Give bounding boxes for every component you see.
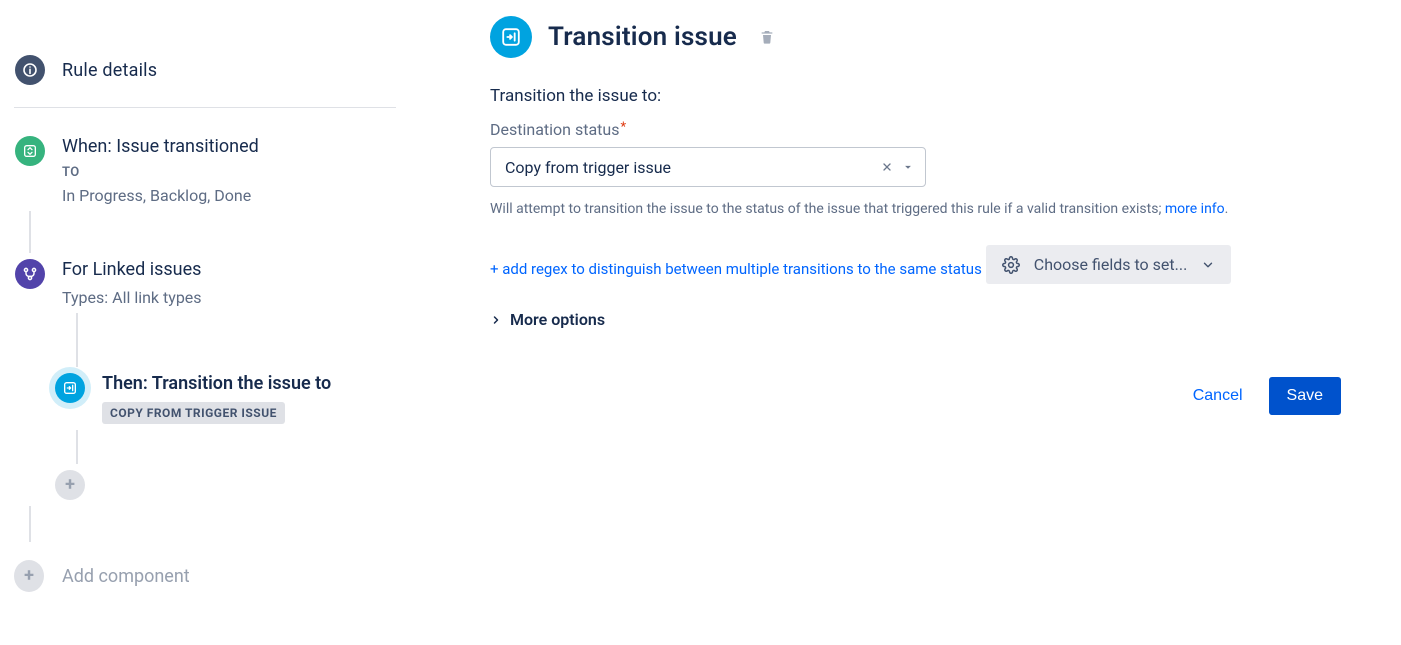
- lead-text: Transition the issue to:: [490, 86, 1361, 106]
- required-asterisk: *: [620, 120, 626, 135]
- destination-status-label-text: Destination status: [490, 120, 619, 139]
- rail-divider: [14, 107, 396, 108]
- choose-fields-label: Choose fields to set...: [1034, 255, 1187, 274]
- rule-details-title: Rule details: [62, 60, 157, 81]
- choose-fields-button[interactable]: Choose fields to set...: [986, 245, 1231, 284]
- destination-status-select[interactable]: Copy from trigger issue: [490, 147, 926, 187]
- add-component-row[interactable]: + Add component: [14, 560, 396, 592]
- trigger-node[interactable]: When: Issue transitioned TO In Progress,…: [14, 136, 396, 205]
- transition-action-icon: [55, 373, 85, 403]
- info-icon: [15, 55, 45, 85]
- app-root: Rule details When: Issue transitioned TO…: [0, 0, 1401, 645]
- destination-status-value: Copy from trigger issue: [505, 158, 873, 177]
- action-title: Then: Transition the issue to: [102, 373, 331, 394]
- page-title: Transition issue: [548, 22, 737, 52]
- add-regex-link[interactable]: + add regex to distinguish between multi…: [490, 260, 982, 278]
- connector-line: [29, 506, 31, 542]
- chevron-down-icon: [1201, 258, 1215, 272]
- connector-line: [76, 313, 78, 367]
- chevron-right-icon: [490, 314, 502, 326]
- main-header: Transition issue: [490, 16, 1361, 58]
- add-inner-component[interactable]: +: [54, 470, 396, 500]
- rule-rail: Rule details When: Issue transitioned TO…: [0, 0, 410, 645]
- trigger-to-label: TO: [62, 165, 259, 180]
- main-panel: Transition issue Transition the issue to…: [410, 0, 1401, 645]
- connector-line: [29, 211, 31, 253]
- add-component-label: Add component: [62, 566, 190, 587]
- destination-status-field: Destination status* Copy from trigger is…: [490, 120, 1361, 415]
- transition-trigger-icon: [15, 136, 45, 166]
- clear-icon[interactable]: [881, 161, 893, 173]
- action-chip: COPY FROM TRIGGER ISSUE: [102, 402, 285, 424]
- plus-icon: +: [55, 470, 85, 500]
- cancel-button[interactable]: Cancel: [1187, 377, 1249, 415]
- destination-status-help: Will attempt to transition the issue to …: [490, 199, 1361, 219]
- rule-details-row[interactable]: Rule details: [14, 55, 396, 85]
- trigger-statuses: In Progress, Backlog, Done: [62, 186, 259, 205]
- connector-line: [76, 430, 78, 464]
- gear-icon: [1002, 256, 1020, 274]
- help-text-prefix: Will attempt to transition the issue to …: [490, 201, 1165, 217]
- branch-node[interactable]: For Linked issues Types: All link types: [14, 259, 396, 307]
- transition-issue-icon: [490, 16, 532, 58]
- action-node-selected[interactable]: Then: Transition the issue to COPY FROM …: [54, 373, 396, 424]
- more-info-link[interactable]: more info: [1165, 201, 1225, 217]
- trigger-title: When: Issue transitioned: [62, 136, 259, 157]
- delete-action-button[interactable]: [759, 29, 775, 45]
- help-text-suffix: .: [1225, 201, 1229, 217]
- branch-icon: [15, 259, 45, 289]
- branch-title: For Linked issues: [62, 259, 202, 280]
- form-actions: Cancel Save: [490, 377, 1361, 415]
- destination-status-label: Destination status*: [490, 120, 1361, 139]
- more-options-label: More options: [510, 310, 605, 329]
- caret-down-icon[interactable]: [901, 160, 915, 174]
- plus-icon: +: [14, 560, 44, 592]
- branch-subtitle: Types: All link types: [62, 288, 202, 307]
- save-button[interactable]: Save: [1269, 377, 1341, 415]
- more-options-toggle[interactable]: More options: [490, 310, 1361, 329]
